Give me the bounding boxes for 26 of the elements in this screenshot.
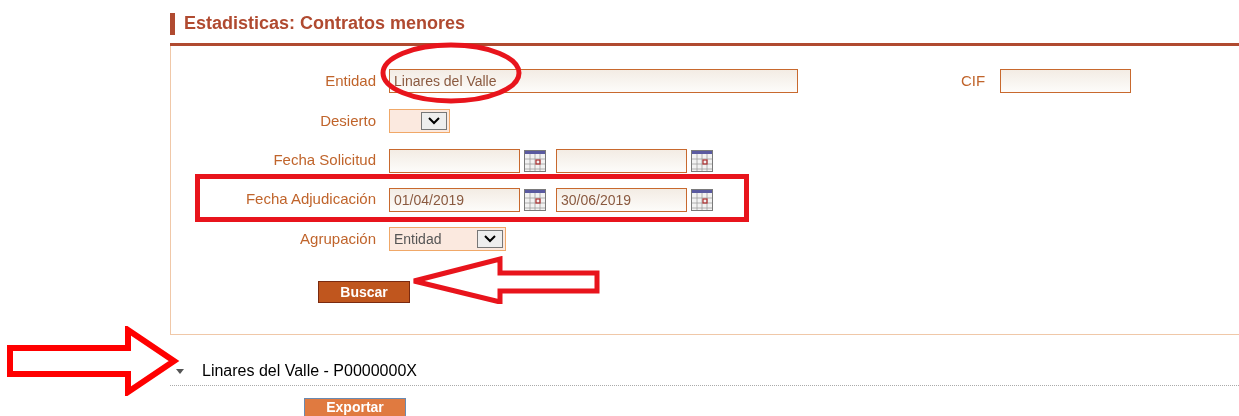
calendar-icon[interactable] — [691, 188, 713, 211]
expanded-triangle-icon[interactable] — [176, 367, 184, 375]
cif-field[interactable] — [1000, 69, 1132, 93]
field-label: Agrupación — [299, 228, 376, 249]
section-title: Estadisticas: Contratos menores — [184, 12, 466, 35]
calendar-icon[interactable] — [524, 188, 546, 211]
field-label: Fecha Adjudicación — [244, 189, 376, 210]
title-accent-bar — [170, 12, 175, 35]
chevron-down-icon — [484, 235, 496, 243]
field-label: Entidad — [324, 70, 376, 91]
entidad-field[interactable]: Linares del Valle — [389, 69, 798, 93]
chevron-down-icon — [428, 117, 440, 125]
calendar-icon[interactable] — [691, 149, 713, 172]
search-button[interactable]: Buscar — [318, 281, 410, 303]
dropdown[interactable]: Entidad — [389, 227, 506, 251]
field-label: Desierto — [319, 110, 376, 131]
field-label: Fecha Solicitud — [272, 150, 376, 171]
export-button[interactable]: Exportar — [304, 398, 406, 416]
group-title: Linares del Valle - P0000000X — [202, 361, 417, 381]
date-field[interactable] — [389, 148, 520, 173]
date-field[interactable]: 01/04/2019 — [389, 187, 520, 212]
field-label: CIF — [961, 70, 986, 91]
dropdown[interactable] — [389, 109, 450, 133]
date-field[interactable]: 30/06/2019 — [556, 187, 687, 212]
date-field[interactable] — [556, 148, 687, 173]
calendar-icon[interactable] — [524, 149, 546, 172]
